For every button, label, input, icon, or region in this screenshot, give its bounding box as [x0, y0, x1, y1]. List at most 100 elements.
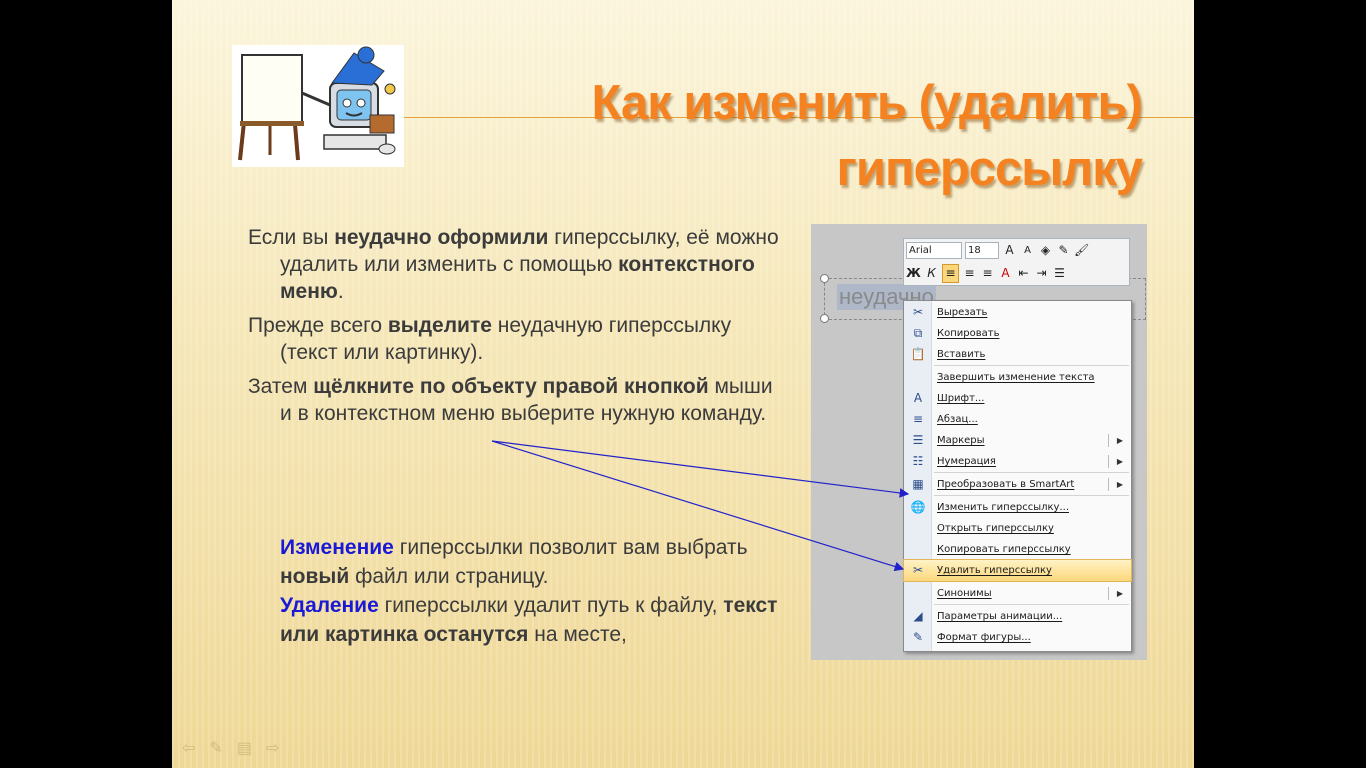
- menu-item[interactable]: ✂ Вырезать: [904, 302, 1131, 323]
- menu-separator: [934, 604, 1129, 605]
- align-right-icon[interactable]: ≡: [980, 265, 995, 282]
- slideshow-nav: ⇦ ✎ ▤ ⇨: [182, 738, 279, 758]
- menu-item-icon: 🌐: [910, 500, 926, 514]
- shrink-font-icon[interactable]: A: [1020, 242, 1035, 259]
- paragraph-1: Если вы неудачно оформили гиперссылку, е…: [248, 224, 788, 305]
- menu-item[interactable]: ☰ Маркеры ▶: [904, 430, 1131, 451]
- menu-item[interactable]: 🌐 Изменить гиперссылку...: [904, 497, 1131, 518]
- menu-separator: [934, 581, 1129, 582]
- menu-item-label: Удалить гиперссылку: [937, 565, 1052, 576]
- menu-item-icon: ▦: [912, 477, 924, 491]
- menu-item-icon: ☰: [912, 433, 924, 447]
- mini-toolbar-row-2: Ж К ≡ ≡ ≡ A ⇤ ⇥ ☰: [904, 262, 1129, 285]
- submenu-arrow-icon: ▶: [1116, 436, 1123, 445]
- menu-icon[interactable]: ▤: [237, 738, 252, 758]
- slide: Как изменить (удалить) гиперссылку Если …: [172, 0, 1194, 768]
- delete-text: гиперссылки удалит путь к файлу,: [378, 594, 724, 617]
- change-keyword: Изменение: [280, 536, 394, 559]
- menu-separator: [934, 365, 1129, 366]
- slide-title-line2: гиперссылку: [836, 142, 1143, 196]
- resize-handle: [820, 274, 829, 283]
- next-slide-icon[interactable]: ⇨: [266, 738, 279, 758]
- menu-item-label: Копировать гиперссылку: [937, 544, 1071, 555]
- menu-item[interactable]: ≡ Абзац...: [904, 409, 1131, 430]
- p1-bold: неудачно оформили: [334, 226, 549, 249]
- change-bold: новый: [280, 565, 350, 588]
- menu-item[interactable]: ⧉ Копировать: [904, 323, 1131, 344]
- change-text-2: файл или страницу.: [349, 565, 549, 588]
- italic-icon[interactable]: К: [924, 265, 939, 282]
- menu-item-icon: ✎: [912, 630, 924, 644]
- menu-item-label: Изменить гиперссылку...: [937, 502, 1069, 513]
- paragraph-2: Прежде всего выделите неудачную гиперссы…: [248, 312, 788, 366]
- decrease-indent-icon[interactable]: ⇤: [1016, 265, 1031, 282]
- delete-keyword: Удаление: [280, 594, 379, 617]
- menu-item-label: Шрифт...: [937, 393, 985, 404]
- change-text: гиперссылки позволит вам выбрать: [393, 536, 748, 559]
- line-color-icon[interactable]: ✎: [1056, 242, 1071, 259]
- menu-item-label: Формат фигуры...: [937, 632, 1031, 643]
- p3-bold: щёлкните по объекту правой кнопкой: [313, 375, 709, 398]
- font-size-combo[interactable]: 18: [965, 242, 999, 259]
- menu-item[interactable]: Завершить изменение текста: [904, 367, 1131, 388]
- align-center-icon[interactable]: ≡: [962, 265, 977, 282]
- p2-text: Прежде всего: [248, 314, 388, 337]
- resize-handle: [820, 314, 829, 323]
- mini-toolbar: Arial 18 A A ◈ ✎ 🖌 Ж К ≡ ≡ ≡ A ⇤ ⇥ ☰: [903, 238, 1130, 286]
- menu-item-label: Параметры анимации...: [937, 611, 1063, 622]
- menu-item-label: Вставить: [937, 349, 986, 360]
- previous-slide-icon[interactable]: ⇦: [182, 738, 195, 758]
- menu-item-icon: ◢: [913, 609, 923, 623]
- menu-item-icon: ✂: [912, 305, 924, 319]
- menu-item-label: Синонимы: [937, 588, 992, 599]
- paragraph-3: Затем щёлкните по объекту правой кнопкой…: [248, 373, 788, 427]
- note-text: Изменение гиперссылки позволит вам выбра…: [280, 533, 780, 649]
- p1-text-3: .: [337, 280, 344, 303]
- format-painter-icon[interactable]: 🖌: [1074, 242, 1089, 259]
- submenu-divider: [1108, 478, 1109, 491]
- delete-text-2: на месте,: [528, 623, 627, 646]
- body-text: Если вы неудачно оформили гиперссылку, е…: [248, 224, 788, 434]
- menu-item[interactable]: Синонимы ▶: [904, 583, 1131, 604]
- pen-icon[interactable]: ✎: [209, 738, 222, 758]
- font-name-combo[interactable]: Arial: [906, 242, 962, 259]
- submenu-divider: [1108, 434, 1109, 447]
- font-color-icon[interactable]: A: [998, 265, 1013, 282]
- context-menu-screenshot: неудачно Arial 18 A A ◈ ✎ 🖌 Ж К ≡ ≡ ≡ A …: [811, 224, 1147, 660]
- submenu-divider: [1108, 455, 1109, 468]
- menu-item-label: Нумерация: [937, 456, 996, 467]
- menu-item[interactable]: ✂ Удалить гиперссылку: [903, 559, 1132, 582]
- menu-item-label: Завершить изменение текста: [937, 372, 1095, 383]
- menu-item-label: Абзац...: [937, 414, 978, 425]
- p2-bold: выделите: [387, 314, 492, 337]
- menu-item[interactable]: ▦ Преобразовать в SmartArt ▶: [904, 474, 1131, 495]
- menu-item[interactable]: ◢ Параметры анимации...: [904, 606, 1131, 627]
- menu-item-label: Вырезать: [937, 307, 988, 318]
- menu-item[interactable]: 📋 Вставить: [904, 344, 1131, 365]
- menu-item-label: Копировать: [937, 328, 1000, 339]
- submenu-arrow-icon: ▶: [1116, 589, 1123, 598]
- p3-text: Затем: [248, 375, 314, 398]
- menu-item[interactable]: ✎ Формат фигуры...: [904, 627, 1131, 648]
- menu-item[interactable]: A Шрифт...: [904, 388, 1131, 409]
- menu-item-icon: 📋: [910, 347, 926, 361]
- menu-item[interactable]: ☷ Нумерация ▶: [904, 451, 1131, 472]
- bullets-icon[interactable]: ☰: [1052, 265, 1067, 282]
- menu-separator: [934, 472, 1129, 473]
- menu-item-label: Преобразовать в SmartArt: [937, 479, 1075, 490]
- bold-icon[interactable]: Ж: [906, 265, 921, 282]
- increase-indent-icon[interactable]: ⇥: [1034, 265, 1049, 282]
- grow-font-icon[interactable]: A: [1002, 242, 1017, 259]
- align-left-icon[interactable]: ≡: [942, 264, 959, 283]
- submenu-arrow-icon: ▶: [1116, 480, 1123, 489]
- menu-item-icon: ✂: [912, 563, 924, 577]
- menu-item[interactable]: Открыть гиперссылку: [904, 518, 1131, 539]
- menu-item[interactable]: Копировать гиперссылку: [904, 539, 1131, 560]
- menu-item-icon: ⧉: [913, 326, 923, 340]
- fill-color-icon[interactable]: ◈: [1038, 242, 1053, 259]
- context-menu: ✂ Вырезать ⧉ Копировать 📋 Вставить Завершить и…: [903, 300, 1132, 652]
- mini-toolbar-row-1: Arial 18 A A ◈ ✎ 🖌: [904, 239, 1129, 262]
- menu-separator: [934, 495, 1129, 496]
- teacher-computer-clipart: [232, 45, 404, 167]
- menu-item-icon: ≡: [912, 412, 924, 426]
